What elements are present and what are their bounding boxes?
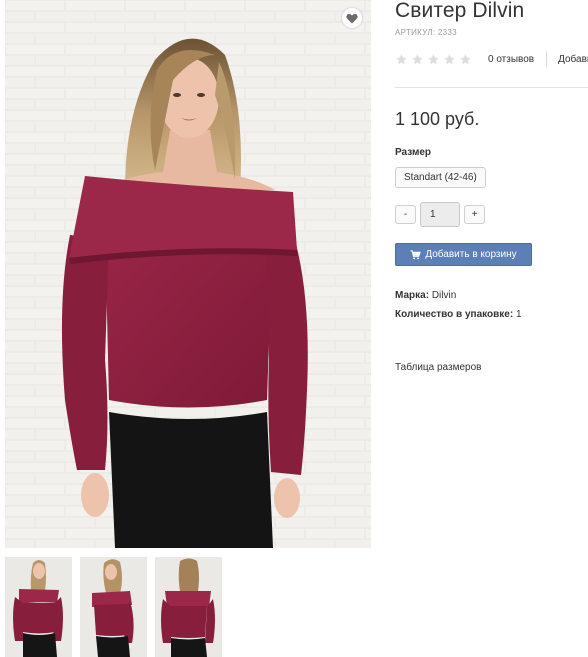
spec-pack-value: 1: [515, 309, 522, 320]
star-icon[interactable]: [395, 53, 408, 66]
product-price: 1 100 руб.: [395, 109, 480, 129]
spec-pack-quantity: Количество в упаковке: 1: [395, 309, 522, 320]
cart-icon: [410, 249, 422, 259]
star-icon[interactable]: [411, 53, 424, 66]
product-info: Свитер Dilvin АРТИКУЛ: 2333 0 отзывов До…: [395, 0, 588, 657]
star-icon[interactable]: [459, 53, 472, 66]
spec-brand: Марка: Dilvin: [395, 290, 456, 301]
main-product-image[interactable]: [5, 0, 371, 548]
spec-pack-label: Количество в упаковке:: [395, 309, 514, 320]
header-divider: [395, 87, 588, 88]
heart-icon: [346, 13, 358, 23]
product-title: Свитер Dilvin: [395, 0, 525, 22]
rating-row: 0 отзывов Добавить отзыв: [395, 51, 588, 67]
quantity-input[interactable]: [420, 202, 460, 227]
thumbnail-back[interactable]: [155, 557, 222, 657]
sku-label: АРТИКУЛ:: [395, 28, 436, 37]
quantity-decrease-button[interactable]: -: [395, 205, 416, 224]
size-option-button[interactable]: Standart (42-46): [395, 167, 486, 188]
spec-brand-value: Dilvin: [431, 290, 457, 301]
star-icon[interactable]: [427, 53, 440, 66]
thumbnail-side[interactable]: [80, 557, 147, 657]
reviews-count-link[interactable]: 0 отзывов: [488, 54, 534, 65]
product-sku: АРТИКУЛ: 2333: [395, 28, 457, 37]
add-review-link[interactable]: Добавить отзыв: [558, 54, 588, 65]
spec-brand-label: Марка:: [395, 290, 430, 301]
add-to-cart-button[interactable]: Добавить в корзину: [395, 243, 532, 266]
wishlist-button[interactable]: [342, 8, 362, 28]
size-table-link[interactable]: Таблица размеров: [395, 362, 481, 373]
size-label: Размер: [395, 147, 432, 158]
star-icon[interactable]: [443, 53, 456, 66]
rating-divider: [546, 51, 548, 67]
rating-stars[interactable]: [395, 53, 472, 66]
thumbnail-front[interactable]: [5, 557, 72, 657]
sku-value: 2333: [437, 28, 457, 37]
quantity-increase-button[interactable]: +: [464, 205, 485, 224]
add-to-cart-label: Добавить в корзину: [425, 249, 517, 260]
